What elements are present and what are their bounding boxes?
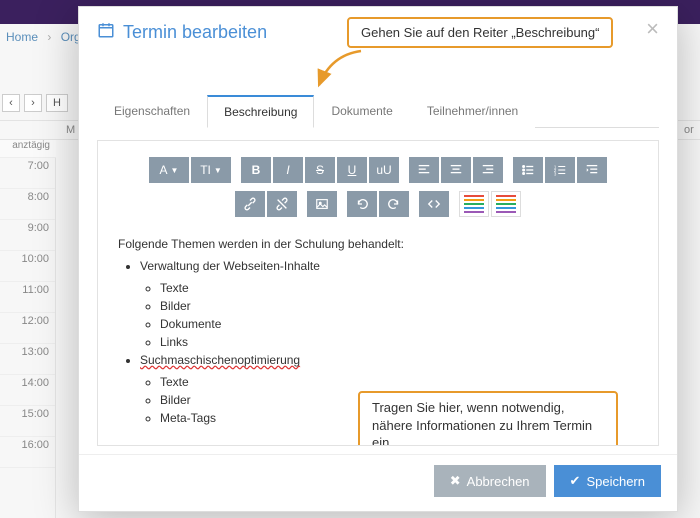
time-slot: 15:00 [0, 406, 55, 437]
indent-button[interactable] [577, 157, 607, 183]
cancel-label: Abbrechen [467, 474, 530, 489]
tab-panel-description: A ▼ TI ▼ B I S U uU 123 [97, 140, 659, 446]
chevron-right-icon: › [47, 30, 51, 44]
dialog-title: Termin bearbeiten [97, 21, 267, 44]
callout-text: Tragen Sie hier, wenn notwendig, nähere … [372, 400, 592, 446]
calendar-nav: ‹ › H [2, 94, 68, 112]
bgcolor-button[interactable] [491, 191, 521, 217]
time-slot: 12:00 [0, 313, 55, 344]
today-button[interactable]: H [46, 94, 68, 112]
tab-attendees[interactable]: Teilnehmer/innen [410, 95, 535, 128]
undo-button[interactable] [347, 191, 377, 217]
align-center-button[interactable] [441, 157, 471, 183]
time-column: 7:008:009:0010:0011:0012:0013:0014:0015:… [0, 158, 56, 518]
richtext-toolbar: A ▼ TI ▼ B I S U uU 123 [112, 151, 644, 227]
list-item: Bilder [160, 297, 638, 315]
breadcrumb-home[interactable]: Home [6, 30, 38, 44]
list-item: Verwaltung der Webseiten-InhalteTexteBil… [140, 257, 638, 351]
allday-label: anztägig [0, 140, 56, 158]
underline-button[interactable]: U [337, 157, 367, 183]
time-slot: 8:00 [0, 189, 55, 220]
time-slot: 11:00 [0, 282, 55, 313]
clearformat-button[interactable]: uU [369, 157, 399, 183]
dialog-title-text: Termin bearbeiten [123, 22, 267, 43]
svg-text:3: 3 [554, 171, 557, 176]
heading-button[interactable]: TI ▼ [191, 157, 231, 183]
time-slot: 14:00 [0, 375, 55, 406]
close-icon[interactable]: × [646, 21, 659, 37]
list-item: Dokumente [160, 315, 638, 333]
bold-button[interactable]: B [241, 157, 271, 183]
font-family-button[interactable]: A ▼ [149, 157, 189, 183]
dialog-footer: ✖ Abbrechen ✔ Speichern [79, 454, 677, 511]
align-left-button[interactable] [409, 157, 439, 183]
list-item: Texte [160, 373, 638, 391]
list-item: Links [160, 333, 638, 351]
time-slot: 7:00 [0, 158, 55, 189]
check-icon: ✔ [570, 473, 581, 489]
tab-documents[interactable]: Dokumente [314, 95, 409, 128]
list-ordered-button[interactable]: 123 [545, 157, 575, 183]
time-slot: 9:00 [0, 220, 55, 251]
time-slot: 13:00 [0, 344, 55, 375]
image-button[interactable] [307, 191, 337, 217]
day-label: or [680, 121, 700, 139]
save-button[interactable]: ✔ Speichern [554, 465, 661, 497]
close-icon: ✖ [450, 473, 461, 489]
codeview-button[interactable] [419, 191, 449, 217]
prev-button[interactable]: ‹ [2, 94, 20, 112]
cancel-button[interactable]: ✖ Abbrechen [434, 465, 546, 497]
callout-text: Gehen Sie auf den Reiter „Beschreibung“ [361, 25, 599, 40]
save-label: Speichern [586, 474, 645, 489]
editor-intro: Folgende Themen werden in der Schulung b… [118, 235, 638, 253]
textcolor-button[interactable] [459, 191, 489, 217]
align-right-button[interactable] [473, 157, 503, 183]
dialog-tabs: Eigenschaften Beschreibung Dokumente Tei… [97, 94, 659, 128]
tab-properties[interactable]: Eigenschaften [97, 95, 207, 128]
time-slot: 10:00 [0, 251, 55, 282]
redo-button[interactable] [379, 191, 409, 217]
time-slot: 16:00 [0, 437, 55, 468]
edit-appointment-dialog: Termin bearbeiten × Gehen Sie auf den Re… [78, 6, 678, 512]
link-button[interactable] [235, 191, 265, 217]
list-unordered-button[interactable] [513, 157, 543, 183]
strike-button[interactable]: S [305, 157, 335, 183]
calendar-icon [97, 21, 115, 44]
tab-description[interactable]: Beschreibung [207, 95, 314, 128]
annotation-callout-top: Gehen Sie auf den Reiter „Beschreibung“ [347, 17, 613, 48]
unlink-button[interactable] [267, 191, 297, 217]
next-button[interactable]: › [24, 94, 42, 112]
italic-button[interactable]: I [273, 157, 303, 183]
list-item: Texte [160, 279, 638, 297]
annotation-callout-editor: Tragen Sie hier, wenn notwendig, nähere … [358, 391, 618, 446]
